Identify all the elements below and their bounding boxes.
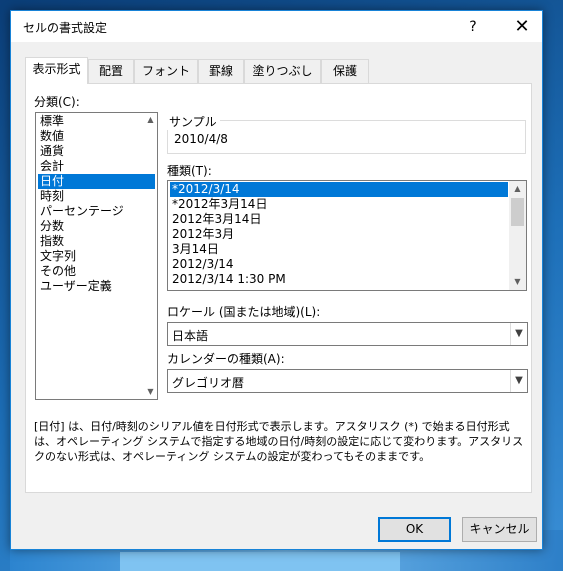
- type-label: 種類(T):: [167, 164, 212, 178]
- number-tab-panel: 分類(C): 標準 数値 通貨 会計 日付 時刻 パーセンテージ 分数 指数 文…: [25, 83, 532, 493]
- category-item[interactable]: 会計: [38, 159, 155, 174]
- tab-number[interactable]: 表示形式: [25, 57, 88, 84]
- category-item-selected[interactable]: 日付: [38, 174, 155, 189]
- sample-value: 2010/4/8: [174, 132, 228, 146]
- locale-label: ロケール (国または地域)(L):: [167, 305, 321, 319]
- type-scrollbar[interactable]: ▲ ▼: [509, 181, 526, 290]
- type-item[interactable]: 2012/3/14: [170, 257, 508, 272]
- tab-border[interactable]: 罫線: [198, 59, 244, 83]
- category-item[interactable]: ユーザー定義: [38, 279, 155, 294]
- type-item-selected[interactable]: *2012/3/14: [170, 182, 508, 197]
- title-bar: セルの書式設定 ? ✕: [11, 11, 542, 42]
- dialog-title: セルの書式設定: [23, 21, 108, 35]
- tab-protection[interactable]: 保護: [321, 59, 369, 83]
- ok-button[interactable]: OK: [378, 517, 451, 542]
- category-item[interactable]: 標準: [38, 114, 155, 129]
- category-list[interactable]: 標準 数値 通貨 会計 日付 時刻 パーセンテージ 分数 指数 文字列 その他 …: [35, 112, 158, 400]
- close-button[interactable]: ✕: [508, 14, 536, 40]
- category-item[interactable]: 指数: [38, 234, 155, 249]
- tab-fill[interactable]: 塗りつぶし: [244, 59, 321, 83]
- desktop-light-band: [120, 552, 400, 571]
- calendar-select[interactable]: グレゴリオ暦 ▼: [167, 369, 528, 393]
- help-button[interactable]: ?: [463, 17, 483, 37]
- tab-alignment[interactable]: 配置: [88, 59, 134, 83]
- scroll-thumb[interactable]: [511, 198, 524, 226]
- category-item[interactable]: 時刻: [38, 189, 155, 204]
- type-list[interactable]: *2012/3/14 *2012年3月14日 2012年3月14日 2012年3…: [167, 180, 527, 291]
- category-item[interactable]: 通貨: [38, 144, 155, 159]
- locale-select[interactable]: 日本語 ▼: [167, 322, 528, 346]
- cancel-button[interactable]: キャンセル: [462, 517, 537, 542]
- calendar-value: グレゴリオ暦: [172, 376, 245, 390]
- tab-font[interactable]: フォント: [134, 59, 198, 83]
- sample-label: サンプル: [167, 113, 220, 130]
- type-item[interactable]: *2012年3月14日: [170, 197, 508, 212]
- chevron-down-icon[interactable]: ▼: [510, 323, 527, 345]
- scroll-down-icon[interactable]: ▼: [509, 274, 526, 290]
- chevron-down-icon[interactable]: ▼: [510, 370, 527, 392]
- scroll-up-icon[interactable]: ▲: [509, 181, 526, 197]
- category-item[interactable]: 文字列: [38, 249, 155, 264]
- locale-value: 日本語: [172, 329, 209, 343]
- type-item[interactable]: 2012年3月: [170, 227, 508, 242]
- format-description: [日付] は、日付/時刻のシリアル値を日付形式で表示します。アスタリスク (*)…: [34, 420, 524, 463]
- calendar-label: カレンダーの種類(A):: [167, 352, 285, 366]
- scroll-up-icon[interactable]: ▲: [144, 113, 157, 126]
- type-item[interactable]: 2012/3/14 1:30 PM: [170, 272, 508, 287]
- category-scrollbar[interactable]: ▲ ▼: [144, 113, 157, 399]
- category-item[interactable]: パーセンテージ: [38, 204, 155, 219]
- type-item[interactable]: 3月14日: [170, 242, 508, 257]
- type-item[interactable]: 2012年3月14日: [170, 212, 508, 227]
- category-item[interactable]: その他: [38, 264, 155, 279]
- category-item[interactable]: 数値: [38, 129, 155, 144]
- category-label: 分類(C):: [34, 95, 80, 109]
- format-cells-dialog: セルの書式設定 ? ✕ 表示形式 配置 フォント 罫線 塗りつぶし 保護 分類(…: [10, 10, 543, 550]
- category-item[interactable]: 分数: [38, 219, 155, 234]
- scroll-down-icon[interactable]: ▼: [144, 385, 157, 398]
